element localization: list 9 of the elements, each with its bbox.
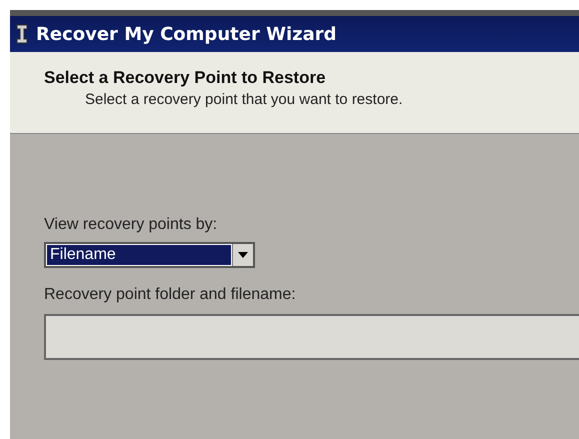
folder-label: Recovery point folder and filename: <box>44 286 296 304</box>
dropdown-arrow-icon <box>238 252 248 258</box>
folder-input-field[interactable] <box>44 314 579 360</box>
view-by-label: View recovery points by: <box>44 216 218 234</box>
page-subtitle: Select a recovery point that you want to restore. <box>85 91 404 108</box>
wizard-icon <box>14 23 30 45</box>
page-heading: Select a Recovery Point to Restore <box>44 68 327 88</box>
view-by-dropdown[interactable]: Filename <box>44 242 255 268</box>
window-title: Recover My Computer Wizard <box>36 24 336 44</box>
